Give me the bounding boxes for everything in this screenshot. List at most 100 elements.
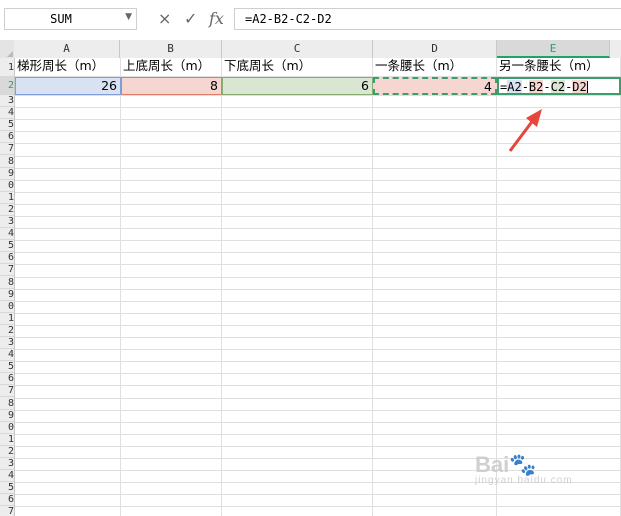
gridline-vertical: [372, 58, 373, 516]
row-header[interactable]: 7: [0, 506, 14, 516]
row-header[interactable]: 0: [0, 301, 14, 313]
gridline-horizontal: [15, 421, 621, 423]
arrow-shaft: [508, 118, 536, 152]
gridline-horizontal: [15, 240, 621, 242]
gridline-horizontal: [15, 179, 621, 181]
gridline-horizontal: [15, 445, 621, 447]
row-header[interactable]: 6: [0, 494, 14, 507]
row-header[interactable]: 9: [0, 289, 14, 301]
cancel-icon[interactable]: ×: [158, 9, 171, 29]
text-cursor: [586, 81, 588, 93]
row-header[interactable]: 2: [0, 204, 14, 216]
formula-token-a2: A2: [507, 80, 522, 94]
gridline-horizontal: [15, 228, 621, 230]
row-header[interactable]: 5: [0, 361, 14, 374]
gridline-horizontal: [15, 216, 621, 217]
cell-a2[interactable]: 26: [15, 77, 121, 95]
cell-b2[interactable]: 8: [121, 77, 222, 95]
row-header[interactable]: 8: [0, 398, 14, 410]
row-header[interactable]: 1: [0, 58, 14, 77]
paw-icon: 🐾: [509, 452, 537, 477]
red-arrow-annotation: [508, 109, 542, 152]
row-header[interactable]: 7: [0, 385, 14, 398]
column-header-d[interactable]: D: [373, 40, 497, 58]
column-header-b[interactable]: B: [120, 40, 222, 58]
row-header[interactable]: 9: [0, 168, 14, 180]
gridline-horizontal: [15, 361, 621, 363]
row-header[interactable]: 5: [0, 119, 14, 132]
row-header[interactable]: 3: [0, 216, 14, 229]
row-header[interactable]: 8: [0, 156, 14, 168]
column-header-a[interactable]: A: [14, 40, 120, 58]
row-header[interactable]: 9: [0, 410, 14, 422]
formula-token-d2: D2: [572, 80, 587, 94]
gridline-vertical: [496, 58, 497, 516]
row-header[interactable]: 2: [0, 446, 14, 458]
watermark-url: jingyan.baidu.com: [475, 475, 573, 486]
row-header[interactable]: 2: [0, 325, 14, 337]
watermark: Bai🐾 jingyan.baidu.com: [475, 452, 573, 486]
row-header[interactable]: 3: [0, 95, 14, 108]
cell-e2-editing[interactable]: =A2-B2-C2-D2: [497, 77, 621, 95]
row-header[interactable]: 7: [0, 264, 14, 277]
row-header[interactable]: 0: [0, 422, 14, 434]
column-header-e[interactable]: E: [497, 40, 610, 58]
gridline-horizontal: [15, 312, 621, 314]
row-header[interactable]: 4: [0, 228, 14, 241]
row-header[interactable]: 6: [0, 252, 14, 265]
row-header[interactable]: 2: [0, 77, 14, 95]
row-header[interactable]: 1: [0, 434, 14, 446]
row-header-column: 12345678901234567890123456789012345678: [0, 58, 15, 516]
chevron-down-icon[interactable]: ▼: [125, 12, 132, 22]
formula-text: =A2-B2-C2-D2: [245, 12, 332, 26]
gridline-horizontal: [15, 494, 621, 496]
cell-c1[interactable]: 下底周长（m）: [222, 58, 373, 75]
gridline-horizontal: [15, 337, 621, 338]
confirm-icon[interactable]: ✓: [184, 9, 197, 29]
gridline-horizontal: [15, 203, 621, 205]
row-header[interactable]: 6: [0, 131, 14, 144]
select-all-corner[interactable]: [0, 40, 14, 58]
row-header[interactable]: 4: [0, 107, 14, 120]
gridline-horizontal: [15, 191, 621, 193]
fx-icon[interactable]: fx: [209, 9, 224, 29]
gridline-horizontal: [15, 506, 621, 508]
cell-e1[interactable]: 另一条腰长（m）: [497, 58, 621, 75]
formula-token-b2: B2: [528, 80, 544, 94]
gridline-horizontal: [15, 167, 621, 169]
cell-c2[interactable]: 6: [222, 77, 373, 95]
gridline-horizontal: [15, 95, 621, 96]
gridline-horizontal: [15, 252, 621, 254]
cell-d1[interactable]: 一条腰长（m）: [373, 58, 497, 75]
column-header-row: A B C D E: [0, 40, 621, 59]
gridline-horizontal: [15, 300, 621, 302]
row-header[interactable]: 0: [0, 180, 14, 192]
gridline-vertical: [221, 58, 222, 516]
gridline-vertical: [120, 58, 121, 516]
gridline-horizontal: [15, 433, 621, 435]
column-header-c[interactable]: C: [222, 40, 373, 58]
gridline-horizontal: [15, 264, 621, 266]
cell-a1[interactable]: 梯形周长（m）: [15, 58, 120, 75]
gridline-horizontal: [15, 385, 621, 387]
row-header[interactable]: 5: [0, 482, 14, 495]
row-header[interactable]: 8: [0, 277, 14, 289]
row-header[interactable]: 1: [0, 313, 14, 325]
row-header[interactable]: 1: [0, 192, 14, 204]
row-header[interactable]: 4: [0, 349, 14, 362]
gridline-horizontal: [15, 409, 621, 411]
cell-b1[interactable]: 上底周长（m）: [121, 58, 222, 75]
row-header[interactable]: 5: [0, 240, 14, 253]
row-header[interactable]: 3: [0, 337, 14, 350]
row-header[interactable]: 7: [0, 143, 14, 156]
select-all-triangle-icon: [7, 51, 13, 57]
gridline-horizontal: [15, 397, 621, 399]
row-header[interactable]: 6: [0, 373, 14, 386]
name-box-value: SUM: [50, 12, 72, 26]
row-header[interactable]: 4: [0, 470, 14, 483]
formula-input[interactable]: =A2-B2-C2-D2: [234, 8, 621, 30]
formula-token-minus: -: [543, 80, 551, 94]
cell-d2[interactable]: 4: [373, 77, 497, 95]
row-header[interactable]: 3: [0, 458, 14, 471]
name-box[interactable]: SUM ▼: [4, 8, 137, 30]
